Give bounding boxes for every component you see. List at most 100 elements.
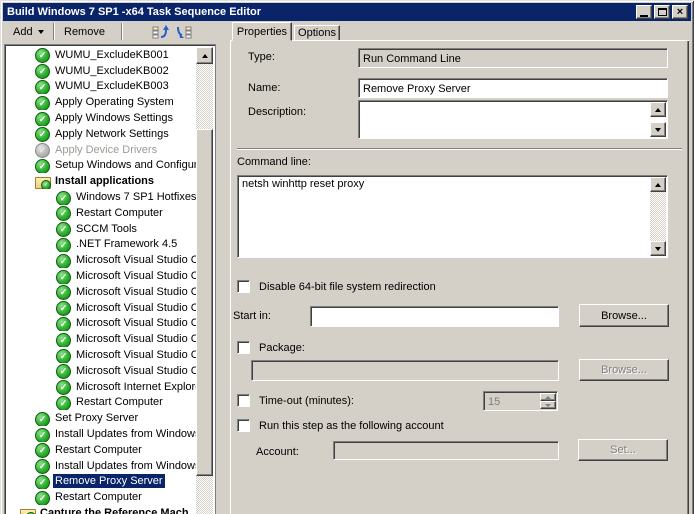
check-icon <box>56 285 70 298</box>
tree-item-label: Restart Computer <box>53 443 144 457</box>
tree-item-label: Microsoft Visual Studio C+ <box>74 269 196 283</box>
disable-redirection-label: Disable 64-bit file system redirection <box>259 281 436 293</box>
check-icon <box>56 238 70 251</box>
maximize-button[interactable] <box>654 5 670 19</box>
close-icon: × <box>677 7 683 17</box>
scrollbar-thumb[interactable] <box>196 129 213 476</box>
account-label: Account: <box>256 446 299 458</box>
tree-item-label: Microsoft Visual Studio C+ <box>74 364 196 378</box>
tree-item[interactable]: Install applications <box>7 173 196 189</box>
tree-item[interactable]: Microsoft Visual Studio C+ <box>7 347 196 363</box>
check-icon <box>56 364 70 377</box>
arrow-up-icon <box>202 54 208 58</box>
tree-item-label: Apply Windows Settings <box>53 111 175 125</box>
tree-item[interactable]: Microsoft Internet Explorer <box>7 379 196 395</box>
tree-item-label: Microsoft Visual Studio C+ <box>74 253 196 267</box>
tree-item-label: WUMU_ExcludeKB003 <box>53 79 171 93</box>
tree-item[interactable]: Install Updates from Windows U <box>7 426 196 442</box>
tree-item[interactable]: Windows 7 SP1 Hotfixes -x <box>7 189 196 205</box>
tree-item[interactable]: Microsoft Visual Studio C+ <box>7 331 196 347</box>
tree-item[interactable]: Restart Computer <box>7 489 196 505</box>
package-checkbox[interactable] <box>237 341 250 354</box>
check-icon <box>56 270 70 283</box>
tree-item[interactable]: Microsoft Visual Studio C+ <box>7 284 196 300</box>
separator <box>237 148 682 150</box>
tree-item-label: Restart Computer <box>74 206 165 220</box>
add-button[interactable]: Add <box>8 22 49 41</box>
check-icon <box>56 222 70 235</box>
package-browse-button: Browse... <box>579 359 669 381</box>
tree-item[interactable]: Microsoft Visual Studio C+ <box>7 300 196 316</box>
tree-item[interactable]: Apply Windows Settings <box>7 110 196 126</box>
folder-icon <box>35 175 49 188</box>
run-as-label: Run this step as the following account <box>259 420 444 432</box>
tree-item-label: SCCM Tools <box>74 222 139 236</box>
check-icon <box>56 333 70 346</box>
tree-item[interactable]: WUMU_ExcludeKB001 <box>7 47 196 63</box>
check-icon <box>56 206 70 219</box>
tree-scrollbar[interactable] <box>196 47 213 514</box>
check-icon <box>56 349 70 362</box>
remove-button-label: Remove <box>64 26 105 38</box>
description-input[interactable] <box>358 100 668 139</box>
tree-item[interactable]: Microsoft Visual Studio C+ <box>7 363 196 379</box>
arrow-down-icon <box>655 128 661 132</box>
timeout-checkbox[interactable] <box>237 394 250 407</box>
run-as-checkbox[interactable] <box>237 419 250 432</box>
tree-item-label: Restart Computer <box>74 395 165 409</box>
tree-item-label: Install Updates from Windows U <box>53 459 196 473</box>
start-in-browse-button[interactable]: Browse... <box>579 304 669 327</box>
move-down-icon <box>175 24 192 40</box>
remove-button[interactable]: Remove <box>59 22 110 41</box>
spin-up-button <box>540 393 556 401</box>
tab-properties[interactable]: Properties <box>232 22 292 41</box>
tree-item[interactable]: Apply Operating System <box>7 94 196 110</box>
name-label: Name: <box>248 82 280 94</box>
type-label: Type: <box>248 51 275 63</box>
scroll-up-button[interactable] <box>650 102 666 117</box>
tree-item[interactable]: Restart Computer <box>7 442 196 458</box>
package-input <box>251 360 559 381</box>
tree-item[interactable]: .NET Framework 4.5 <box>7 237 196 253</box>
tab-options[interactable]: Options <box>294 25 340 41</box>
tree-item[interactable]: Capture the Reference Mach <box>7 505 196 514</box>
tree-item[interactable]: Apply Device Drivers <box>7 142 196 158</box>
move-down-button[interactable] <box>174 23 193 41</box>
tree-item[interactable]: Restart Computer <box>7 395 196 411</box>
close-button[interactable]: × <box>672 5 688 19</box>
arrow-down-icon <box>655 247 661 251</box>
maximize-icon <box>658 8 667 16</box>
tree-item[interactable]: SCCM Tools <box>7 221 196 237</box>
tree-item[interactable]: Apply Network Settings <box>7 126 196 142</box>
start-in-input[interactable] <box>310 306 559 327</box>
folder-icon <box>20 507 34 514</box>
tree-item[interactable]: Setup Windows and Configura <box>7 158 196 174</box>
check-icon <box>56 254 70 267</box>
check-icon <box>35 48 49 61</box>
timeout-spinner: 15 <box>483 391 558 411</box>
tree-item[interactable]: WUMU_ExcludeKB002 <box>7 63 196 79</box>
scroll-up-button[interactable] <box>650 177 666 192</box>
check-icon <box>56 191 70 204</box>
check-icon <box>56 317 70 330</box>
tree-item[interactable]: Microsoft Visual Studio C+ <box>7 268 196 284</box>
minimize-button[interactable] <box>636 5 652 19</box>
name-input[interactable]: Remove Proxy Server <box>358 78 668 98</box>
scroll-down-button[interactable] <box>650 241 666 256</box>
tree-item[interactable]: Restart Computer <box>7 205 196 221</box>
tree-item[interactable]: Microsoft Visual Studio C+ <box>7 316 196 332</box>
tree-item[interactable]: WUMU_ExcludeKB003 <box>7 79 196 95</box>
timeout-label: Time-out (minutes): <box>259 395 354 407</box>
scroll-down-button[interactable] <box>650 122 666 137</box>
tree-item-label: Setup Windows and Configura <box>53 158 196 172</box>
tree-item[interactable]: Remove Proxy Server <box>7 474 196 490</box>
scroll-up-button[interactable] <box>196 47 213 64</box>
tree-item[interactable]: Microsoft Visual Studio C+ <box>7 252 196 268</box>
tree-item[interactable]: Install Updates from Windows U <box>7 458 196 474</box>
tree-item-label: Microsoft Visual Studio C+ <box>74 348 196 362</box>
move-up-button[interactable] <box>151 23 170 41</box>
command-line-input[interactable]: netsh winhttp reset proxy <box>237 175 668 258</box>
tree-item[interactable]: Set Proxy Server <box>7 410 196 426</box>
check-icon <box>56 301 70 314</box>
disable-redirection-checkbox[interactable] <box>237 280 250 293</box>
